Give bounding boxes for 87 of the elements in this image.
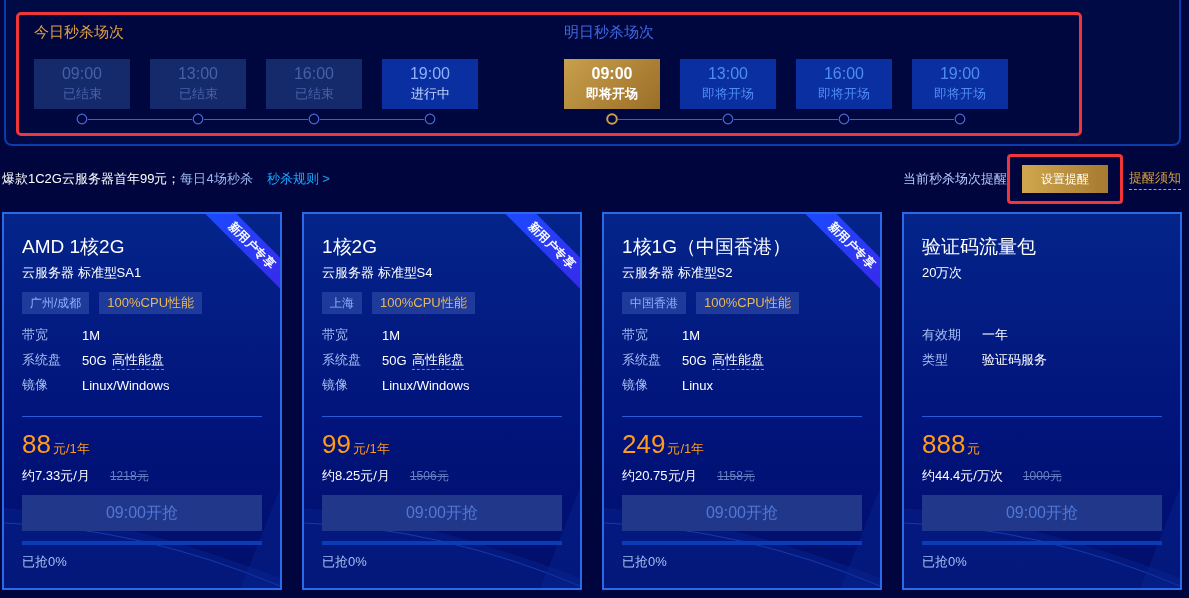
spec-value: 验证码服务 <box>982 351 1047 369</box>
product-subtitle: 云服务器 标准型S2 <box>622 264 733 282</box>
spec-value: Linux/Windows <box>82 377 170 393</box>
set-reminder-button[interactable]: 设置提醒 <box>1022 165 1108 193</box>
buy-button[interactable]: 09:00开抢 <box>922 495 1162 531</box>
notice-link[interactable]: 提醒须知 <box>1129 168 1181 190</box>
spec-tooltip-link[interactable]: 高性能盘 <box>111 350 164 370</box>
promo-subline: 每日4场秒杀 <box>180 170 253 188</box>
original-price: 1000元 <box>1022 467 1062 485</box>
spec-label: 类型 <box>922 351 949 369</box>
tag: 100%CPU性能 <box>372 292 475 314</box>
reminder-label: 当前秒杀场次提醒 <box>903 170 1007 188</box>
spec-label: 带宽 <box>22 326 49 344</box>
price-unit: 元 <box>967 440 981 458</box>
original-price: 1506元 <box>409 467 449 485</box>
monthly-price: 约20.75元/月 <box>622 467 698 485</box>
spec-label: 镜像 <box>22 376 49 394</box>
session-tab[interactable]: 19:00 即将开场 <box>912 59 1008 109</box>
promo-headline: 爆款1C2G云服务器首年99元； <box>2 170 181 188</box>
rules-link[interactable]: 秒杀规则 > <box>266 170 330 188</box>
tag: 100%CPU性能 <box>696 292 799 314</box>
spec-value: 1M <box>82 327 101 343</box>
tag: 100%CPU性能 <box>99 292 203 314</box>
product-title: 验证码流量包 <box>922 235 1036 259</box>
spec-label: 带宽 <box>622 326 649 344</box>
spec-value: 1M <box>382 327 401 343</box>
monthly-price: 约7.33元/月 <box>22 467 90 485</box>
product-subtitle: 20万次 <box>922 264 963 282</box>
timeline-dot <box>606 113 618 125</box>
price: 88 <box>22 429 51 460</box>
section-title: 明日秒杀场次 <box>564 23 655 42</box>
buy-button[interactable]: 09:00开抢 <box>22 495 262 531</box>
sold-percent: 已抢0% <box>322 553 367 571</box>
original-price: 1158元 <box>717 467 755 485</box>
buy-button[interactable]: 09:00开抢 <box>622 495 862 531</box>
timeline-dot <box>76 113 88 125</box>
timeline-dot <box>192 113 204 125</box>
spec-label: 镜像 <box>622 376 649 394</box>
spec-value: 50G <box>82 352 107 368</box>
price: 888 <box>922 429 966 460</box>
product-subtitle: 云服务器 标准型SA1 <box>22 264 142 282</box>
session-tab[interactable]: 16:00 即将开场 <box>796 59 892 109</box>
timeline-dot <box>722 113 734 125</box>
buy-button[interactable]: 09:00开抢 <box>322 495 562 531</box>
price-unit: 元/1年 <box>52 440 90 458</box>
spec-value: 50G <box>682 352 707 368</box>
product-subtitle: 云服务器 标准型S4 <box>322 264 433 282</box>
spec-value: 1M <box>682 327 701 343</box>
product-title: 1核2G <box>322 235 377 259</box>
spec-label: 镜像 <box>322 376 349 394</box>
spec-label: 带宽 <box>322 326 349 344</box>
spec-label: 有效期 <box>922 326 962 344</box>
timeline-dot <box>954 113 966 125</box>
sold-percent: 已抢0% <box>922 553 967 571</box>
monthly-price: 约44.4元/万次 <box>922 467 1003 485</box>
session-tab[interactable]: 13:00 即将开场 <box>680 59 776 109</box>
session-tab[interactable]: 09:00 即将开场 <box>564 59 660 109</box>
spec-value: Linux <box>682 377 714 393</box>
section-title: 今日秒杀场次 <box>34 23 125 42</box>
tag: 中国香港 <box>622 292 686 314</box>
monthly-price: 约8.25元/月 <box>322 467 390 485</box>
price-unit: 元/1年 <box>352 440 390 458</box>
session-tab[interactable]: 09:00 已结束 <box>34 59 130 109</box>
sold-percent: 已抢0% <box>22 553 67 571</box>
timeline-dot <box>838 113 850 125</box>
sold-percent: 已抢0% <box>622 553 667 571</box>
price-unit: 元/1年 <box>667 440 705 458</box>
product-title: AMD 1核2G <box>22 235 125 259</box>
spec-tooltip-link[interactable]: 高性能盘 <box>411 350 464 370</box>
tag: 上海 <box>322 292 362 314</box>
session-tab[interactable]: 13:00 已结束 <box>150 59 246 109</box>
spec-value: 一年 <box>982 326 1008 344</box>
spec-tooltip-link[interactable]: 高性能盘 <box>711 350 764 370</box>
spec-label: 系统盘 <box>22 351 62 369</box>
session-tab[interactable]: 19:00 进行中 <box>382 59 478 109</box>
session-tab[interactable]: 16:00 已结束 <box>266 59 362 109</box>
timeline-dot <box>424 113 436 125</box>
timeline-dot <box>308 113 320 125</box>
spec-label: 系统盘 <box>622 351 662 369</box>
tag: 广州/成都 <box>22 292 90 314</box>
product-title: 1核1G（中国香港） <box>622 235 791 259</box>
spec-value: Linux/Windows <box>382 377 470 393</box>
original-price: 1218元 <box>109 467 149 485</box>
spec-value: 50G <box>382 352 407 368</box>
price: 99 <box>322 429 351 460</box>
spec-label: 系统盘 <box>322 351 362 369</box>
price: 249 <box>622 429 666 460</box>
